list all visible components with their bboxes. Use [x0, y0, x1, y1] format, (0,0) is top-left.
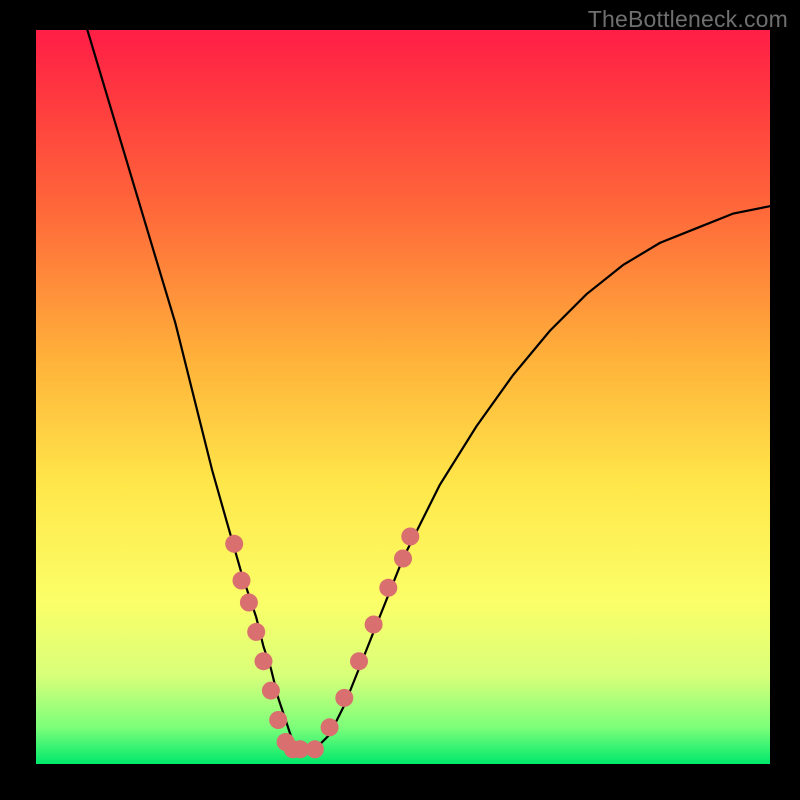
marker-group: [225, 528, 419, 759]
bottleneck-curve: [87, 30, 770, 749]
marker-dot: [269, 711, 287, 729]
marker-dot: [262, 682, 280, 700]
chart-svg: [36, 30, 770, 764]
marker-dot: [321, 718, 339, 736]
marker-dot: [394, 550, 412, 568]
outer-frame: TheBottleneck.com: [0, 0, 800, 800]
watermark-text: TheBottleneck.com: [588, 6, 788, 33]
marker-dot: [379, 579, 397, 597]
marker-dot: [306, 740, 324, 758]
marker-dot: [240, 594, 258, 612]
marker-dot: [365, 616, 383, 634]
marker-dot: [255, 652, 273, 670]
marker-dot: [401, 528, 419, 546]
plot-area: [36, 30, 770, 764]
marker-dot: [233, 572, 251, 590]
marker-dot: [247, 623, 265, 641]
marker-dot: [225, 535, 243, 553]
marker-dot: [350, 652, 368, 670]
marker-dot: [335, 689, 353, 707]
